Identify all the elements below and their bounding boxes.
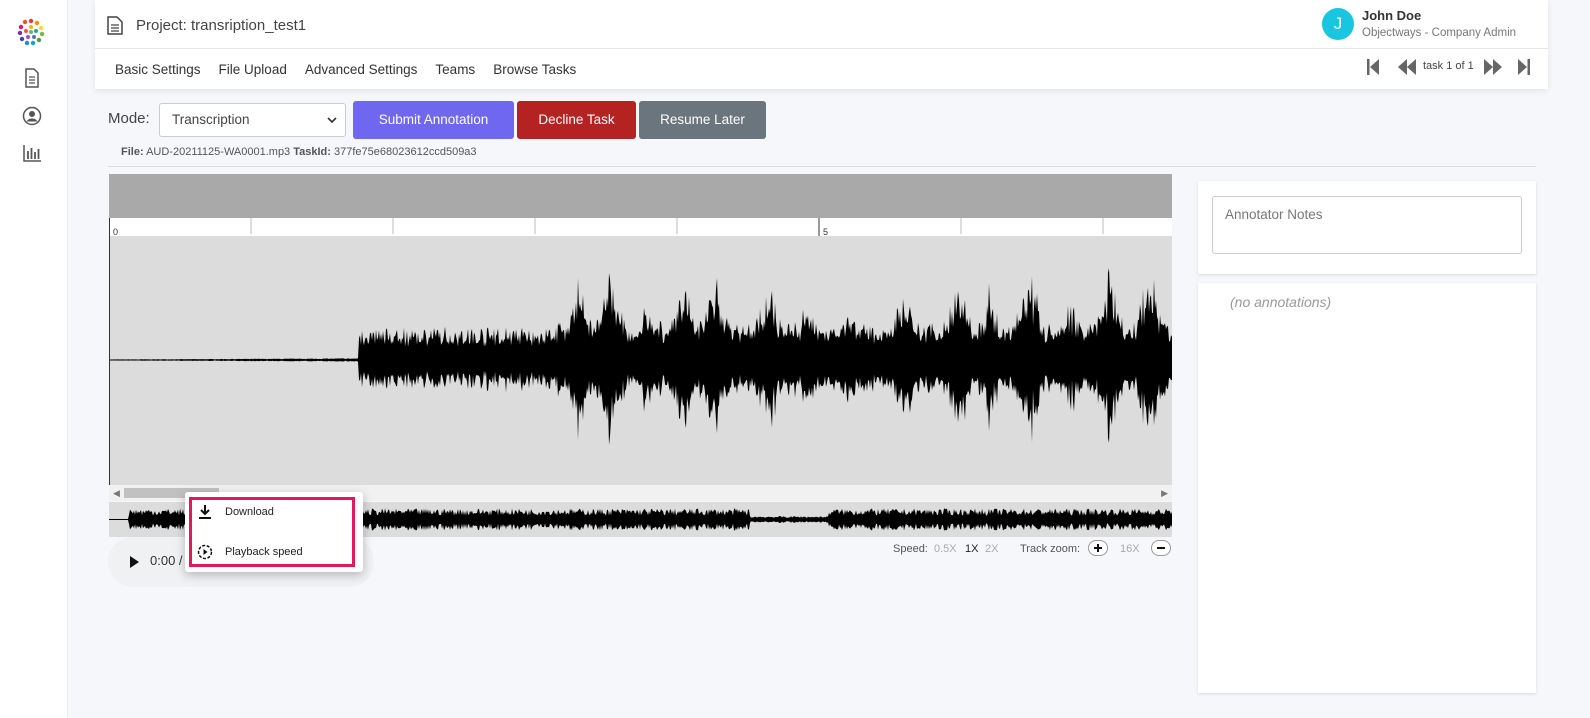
zoom-level: 16X — [1120, 543, 1140, 555]
file-name: AUD-20211125-WA0001.mp3 — [146, 146, 291, 158]
playback-speed-icon — [197, 544, 213, 560]
header-card: Project: transription_test1 J John Doe O… — [95, 0, 1548, 89]
waveform-shape — [109, 268, 1172, 445]
playback-time: 0:00 / — [150, 553, 183, 568]
divider — [108, 166, 1536, 167]
left-sidebar — [0, 0, 68, 718]
speed-label: Speed: — [893, 543, 928, 555]
decline-task-button[interactable]: Decline Task — [517, 101, 636, 139]
scroll-left-icon[interactable]: ◀ — [113, 488, 120, 499]
nav-browse-tasks[interactable]: Browse Tasks — [493, 62, 576, 77]
previous-task-icon[interactable] — [1397, 58, 1417, 76]
track-zoom-label: Track zoom: — [1020, 543, 1081, 555]
speed-option-0.5x[interactable]: 0.5X — [934, 543, 957, 555]
avatar[interactable]: J — [1322, 8, 1354, 40]
resume-later-button[interactable]: Resume Later — [639, 101, 766, 139]
player-options-menu: Download Playback speed — [185, 492, 363, 572]
nav-advanced-settings[interactable]: Advanced Settings — [305, 62, 418, 77]
task-counter: task 1 of 1 — [1423, 60, 1474, 72]
menu-item-download-label: Download — [225, 506, 274, 518]
document-icon[interactable] — [22, 68, 42, 88]
settings-nav: Basic Settings File Upload Advanced Sett… — [115, 62, 576, 77]
waveform-graphic — [109, 268, 1172, 445]
task-id-label: TaskId: — [293, 146, 331, 158]
play-icon[interactable] — [128, 555, 140, 569]
chevron-down-icon — [327, 117, 337, 124]
first-task-icon[interactable] — [1366, 58, 1380, 76]
download-icon — [199, 505, 211, 519]
zoom-in-button[interactable] — [1088, 540, 1108, 556]
no-annotations-text: (no annotations) — [1230, 294, 1332, 310]
plus-icon — [1094, 544, 1102, 552]
last-task-icon[interactable] — [1517, 58, 1531, 76]
speed-option-1x[interactable]: 1X — [965, 543, 978, 555]
minus-icon — [1157, 547, 1165, 549]
file-label: File: — [121, 146, 144, 158]
task-pager: task 1 of 1 — [1366, 57, 1531, 77]
waveform-region-track[interactable] — [109, 174, 1172, 218]
menu-item-download[interactable]: Download — [197, 500, 274, 524]
file-info: File: AUD-20211125-WA0001.mp3 TaskId: 37… — [121, 146, 477, 158]
notes-card — [1198, 181, 1536, 274]
menu-item-playback-speed-label: Playback speed — [225, 546, 303, 558]
playhead-cursor — [109, 236, 110, 485]
waveform[interactable] — [109, 236, 1172, 485]
mode-label: Mode: — [108, 110, 150, 127]
annotations-panel: (no annotations) — [1198, 283, 1536, 693]
timeline-mark-5: 5 — [823, 227, 828, 236]
project-document-icon — [107, 16, 123, 35]
mode-select[interactable]: Transcription — [159, 103, 346, 137]
header-top: Project: transription_test1 J John Doe O… — [95, 0, 1548, 49]
timeline-mark-0: 0 — [113, 227, 118, 236]
submit-annotation-button[interactable]: Submit Annotation — [353, 101, 514, 139]
nav-teams[interactable]: Teams — [435, 62, 475, 77]
timeline-ticks: 0 5 — [109, 218, 1104, 236]
waveform-timeline: 0 5 — [109, 218, 1172, 236]
user-icon[interactable] — [22, 106, 42, 126]
nav-basic-settings[interactable]: Basic Settings — [115, 62, 201, 77]
user-name[interactable]: John Doe — [1362, 8, 1421, 23]
nav-file-upload[interactable]: File Upload — [219, 62, 287, 77]
zoom-out-button[interactable] — [1151, 540, 1171, 556]
speed-option-2x[interactable]: 2X — [985, 543, 998, 555]
task-id: 377fe75e68023612ccd509a3 — [334, 146, 477, 158]
mode-select-value: Transcription — [172, 112, 250, 127]
annotator-notes-field[interactable] — [1212, 196, 1522, 254]
user-role: Objectways - Company Admin — [1362, 27, 1517, 39]
project-title: Project: transription_test1 — [136, 17, 307, 34]
menu-item-playback-speed[interactable]: Playback speed — [197, 540, 303, 564]
app-logo[interactable] — [17, 18, 45, 46]
bar-chart-icon[interactable] — [22, 143, 42, 163]
next-task-icon[interactable] — [1483, 58, 1503, 76]
scroll-right-icon[interactable]: ▶ — [1161, 488, 1168, 499]
